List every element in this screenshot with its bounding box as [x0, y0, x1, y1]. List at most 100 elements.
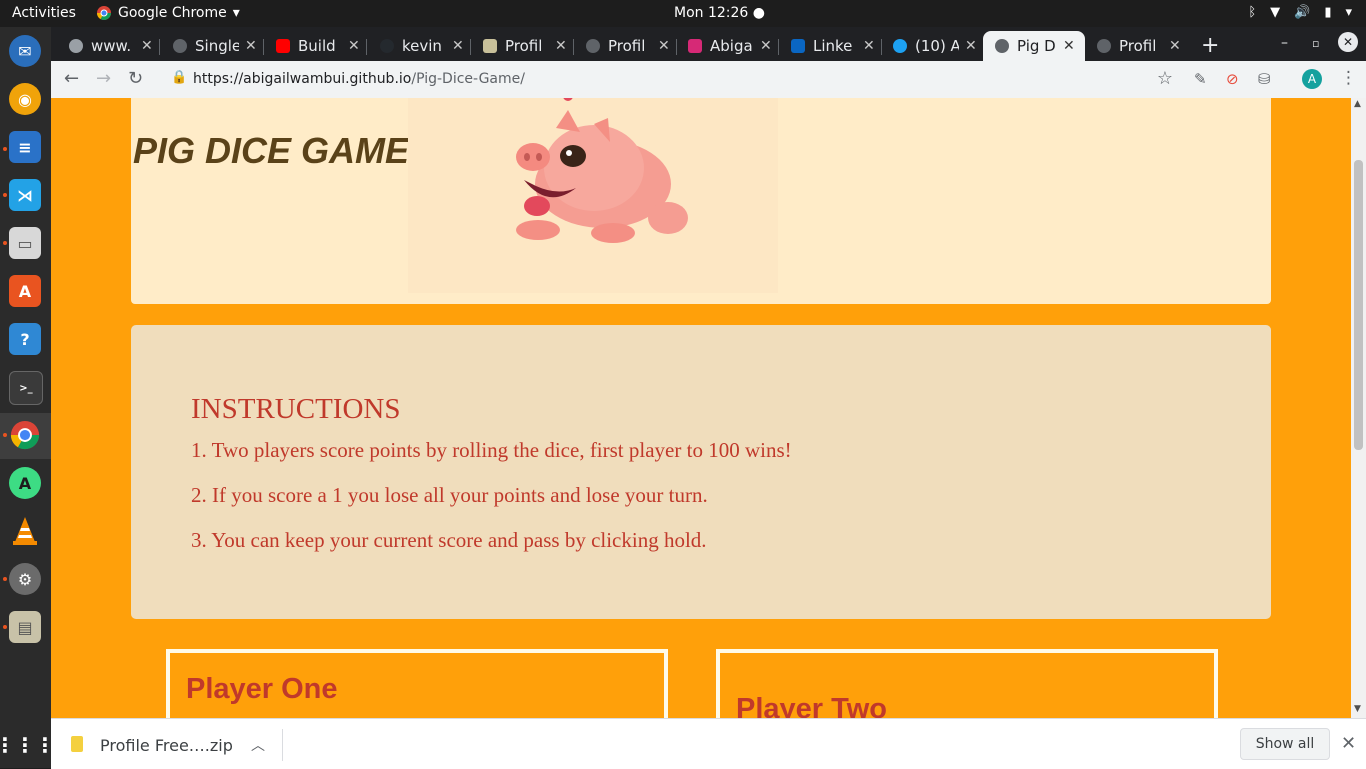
scroll-up-arrow-icon[interactable]: ▲ — [1354, 99, 1361, 109]
tab[interactable]: Profil ✕ — [1097, 31, 1181, 61]
tab[interactable]: www. ✕ — [69, 31, 153, 61]
page-icon — [483, 39, 497, 53]
software-icon[interactable]: A — [9, 275, 41, 307]
globe-icon — [586, 39, 600, 53]
vlc-icon[interactable] — [9, 515, 41, 547]
app-menu[interactable]: Google Chrome ▾ — [96, 5, 240, 21]
writer-icon[interactable]: ≡ — [9, 131, 41, 163]
close-window-icon[interactable]: ✕ — [1338, 32, 1358, 52]
rhythmbox-icon[interactable]: ◉ — [9, 83, 41, 115]
minimize-icon[interactable]: – — [1281, 35, 1288, 51]
tab-separator — [573, 39, 574, 55]
page-title: PIG DICE GAME — [133, 130, 410, 171]
reload-icon[interactable]: ↻ — [128, 68, 143, 89]
terminal-icon[interactable]: >_ — [9, 371, 43, 405]
tab[interactable]: Single ✕ — [173, 31, 257, 61]
player-one-panel: Player One — [166, 649, 668, 718]
player-two-name: Player Two — [736, 693, 887, 718]
clock[interactable]: Mon 12:26 ● — [674, 5, 765, 21]
instructions-card: INSTRUCTIONS 1. Two players score points… — [131, 325, 1271, 619]
files-icon[interactable]: ▭ — [9, 227, 41, 259]
instagram-icon — [688, 39, 702, 53]
volume-icon: 🔊 — [1294, 5, 1311, 20]
scrollbar-thumb[interactable] — [1354, 160, 1363, 450]
tab-separator — [676, 39, 677, 55]
app-menu-label: Google Chrome — [118, 5, 227, 21]
close-icon[interactable]: ✕ — [1169, 38, 1181, 54]
close-icon[interactable]: ✕ — [1063, 38, 1075, 54]
forward-arrow-icon[interactable]: → — [96, 68, 111, 89]
tab[interactable]: (10) A ✕ — [893, 31, 977, 61]
globe-icon — [69, 39, 83, 53]
pig-image: \u005c / — [408, 98, 778, 293]
running-indicator — [3, 625, 7, 629]
close-icon[interactable]: ✕ — [863, 38, 875, 54]
instructions-heading: INSTRUCTIONS — [191, 393, 401, 425]
close-icon[interactable]: ✕ — [658, 38, 670, 54]
apps-grid-icon[interactable]: ⋮⋮⋮ — [0, 729, 55, 761]
tab-separator — [366, 39, 367, 55]
new-tab-button[interactable]: + — [1201, 33, 1219, 58]
system-tray[interactable]: ᛒ ▼ 🔊 ▮ ▾ — [1248, 5, 1352, 20]
chrome-icon[interactable] — [9, 419, 41, 451]
tab-separator — [778, 39, 779, 55]
more-menu-icon[interactable]: ⋮ — [1340, 68, 1357, 88]
activities-button[interactable]: Activities — [12, 5, 76, 21]
back-arrow-icon[interactable]: ← — [64, 68, 79, 89]
tab-label: Linke — [813, 37, 853, 55]
close-icon[interactable]: ✕ — [555, 38, 567, 54]
tab-label: Pig Di — [1017, 37, 1057, 55]
profile-avatar[interactable]: A — [1302, 69, 1322, 89]
android-studio-icon[interactable]: A — [9, 467, 41, 499]
tab[interactable]: kevin ✕ — [380, 31, 464, 61]
globe-icon — [173, 39, 187, 53]
download-item[interactable]: Profile Free….zip — [100, 736, 233, 755]
tab-active[interactable]: Pig Di ✕ — [983, 31, 1085, 61]
close-icon[interactable]: ✕ — [1341, 733, 1356, 754]
close-icon[interactable]: ✕ — [141, 38, 153, 54]
archive-icon[interactable]: ▤ — [9, 611, 41, 643]
tab[interactable]: Build ✕ — [276, 31, 360, 61]
thunderbird-icon[interactable]: ✉ — [9, 35, 41, 67]
chrome-icon — [97, 6, 111, 20]
show-all-button[interactable]: Show all — [1240, 728, 1330, 760]
bookmark-star-icon[interactable]: ☆ — [1157, 68, 1173, 89]
tab[interactable]: Profil ✕ — [586, 31, 670, 61]
close-icon[interactable]: ✕ — [245, 38, 257, 54]
settings-icon[interactable]: ⚙ — [9, 563, 41, 595]
zip-file-icon — [71, 736, 83, 752]
youtube-icon — [276, 39, 290, 53]
vlc-cone — [13, 517, 37, 545]
blocker-extension-icon[interactable]: ⊘ — [1226, 70, 1239, 88]
instruction-item: 1. Two players score points by rolling t… — [191, 438, 792, 462]
chevron-up-icon[interactable]: ︿ — [251, 735, 265, 755]
tab-label: (10) A — [915, 37, 959, 55]
page-viewport: PIG DICE GAME \u005c / — [51, 98, 1351, 718]
github-icon — [380, 39, 394, 53]
close-icon[interactable]: ✕ — [760, 38, 772, 54]
url-text[interactable]: https://abigailwambui.github.io/Pig-Dice… — [193, 71, 525, 87]
page-scrollbar[interactable]: ▲ ▼ — [1351, 98, 1366, 718]
help-icon[interactable]: ? — [9, 323, 41, 355]
twitter-icon — [893, 39, 907, 53]
tab-label: Single — [195, 37, 239, 55]
close-icon[interactable]: ✕ — [965, 38, 977, 54]
vscode-icon[interactable]: ⋊ — [9, 179, 41, 211]
tab[interactable]: Abiga ✕ — [688, 31, 772, 61]
pencil-icon[interactable]: ✎ — [1194, 70, 1207, 88]
tab[interactable]: Linke ✕ — [791, 31, 875, 61]
maximize-icon[interactable]: ▫ — [1312, 37, 1319, 50]
chrome-logo — [10, 420, 40, 450]
close-icon[interactable]: ✕ — [348, 38, 360, 54]
tab[interactable]: Profil ✕ — [483, 31, 567, 61]
scroll-down-arrow-icon[interactable]: ▼ — [1354, 704, 1361, 714]
tab-separator — [263, 39, 264, 55]
address-bar[interactable]: 🔒 https://abigailwambui.github.io/Pig-Di… — [159, 65, 1181, 93]
wifi-icon: ▼ — [1270, 5, 1281, 20]
url-path: /Pig-Dice-Game/ — [411, 71, 525, 87]
database-extension-icon[interactable]: ⛁ — [1258, 70, 1271, 88]
tab-strip: www. ✕ Single ✕ Build ✕ kevin ✕ Profil ✕ Prof… — [51, 27, 1366, 61]
close-icon[interactable]: ✕ — [452, 38, 464, 54]
tab-separator — [881, 39, 882, 55]
tab-label: www. — [91, 37, 132, 55]
